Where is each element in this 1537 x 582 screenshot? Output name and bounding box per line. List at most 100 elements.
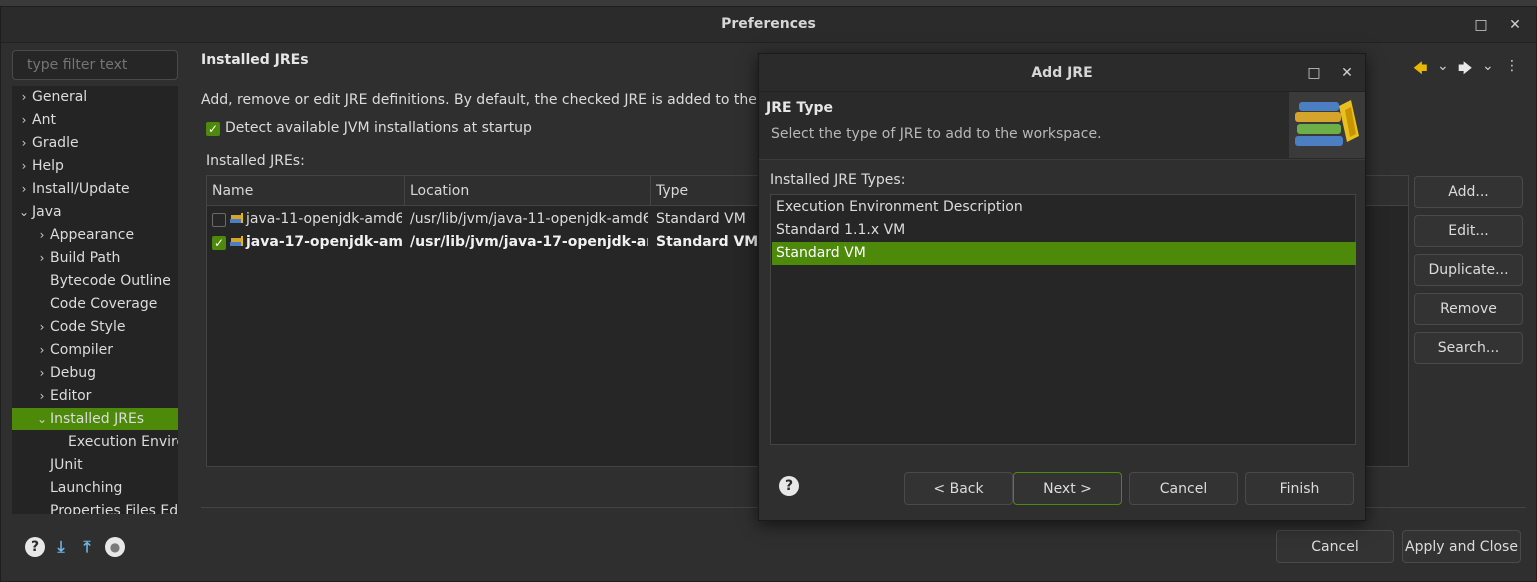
chevron-right-icon[interactable]: › (34, 224, 50, 246)
chevron-right-icon[interactable]: › (16, 155, 32, 177)
column-header-type[interactable]: Type (656, 183, 688, 199)
chevron-right-icon[interactable]: › (16, 132, 32, 154)
jre-banner-icon (1289, 92, 1365, 158)
sidebar-item-label: Code Style (50, 319, 126, 335)
cancel-button[interactable]: Cancel (1276, 530, 1394, 563)
sidebar-item-install-update[interactable]: › Install/Update (12, 178, 178, 200)
sidebar-item-junit[interactable]: JUnit (12, 454, 178, 476)
sidebar-item-bytecode-outline[interactable]: Bytecode Outline (12, 270, 178, 292)
sidebar-item-help[interactable]: › Help (12, 155, 178, 177)
remove-button[interactable]: Remove (1414, 293, 1523, 325)
chevron-right-icon[interactable]: › (34, 385, 50, 407)
next-button[interactable]: Next > (1013, 472, 1122, 505)
sidebar-item-installed-jres[interactable]: ⌄ Installed JREs (12, 408, 178, 430)
chevron-right-icon[interactable]: › (34, 247, 50, 269)
jre-name: java-11-openjdk-amd64 (246, 211, 402, 227)
finish-button[interactable]: Finish (1245, 472, 1354, 505)
list-item[interactable]: Standard 1.1.x VM (772, 219, 1356, 242)
back-icon[interactable]: 🡄 (1413, 58, 1427, 78)
chevron-down-icon[interactable]: ⌄ (34, 408, 50, 430)
forward-icon[interactable]: 🡆 (1458, 58, 1472, 78)
chevron-right-icon[interactable]: › (34, 316, 50, 338)
page-title: Installed JREs (201, 52, 309, 68)
jre-types-list: Execution Environment Description Standa… (770, 194, 1356, 445)
sidebar-item-label: Gradle (32, 135, 79, 151)
jre-name: java-17-openjdk-amd64 (246, 234, 402, 250)
sidebar-item-label: General (32, 89, 88, 105)
export-icon[interactable]: ⤒ (77, 537, 97, 557)
sidebar-item-label: Execution Enviro (68, 434, 178, 450)
sidebar-item-label: Java (32, 204, 62, 220)
maximize-icon[interactable]: □ (1304, 63, 1324, 83)
sidebar-item-compiler[interactable]: › Compiler (12, 339, 178, 361)
sidebar-item-java[interactable]: ⌄ Java (12, 201, 178, 223)
sidebar-item-ant[interactable]: › Ant (12, 109, 178, 131)
chevron-right-icon[interactable]: › (16, 86, 32, 108)
sidebar-item-gradle[interactable]: › Gradle (12, 132, 178, 154)
back-button[interactable]: < Back (904, 472, 1013, 505)
close-icon[interactable]: ✕ (1337, 63, 1357, 83)
filter-input[interactable] (12, 50, 178, 80)
edit-button[interactable]: Edit... (1414, 215, 1523, 247)
sidebar-item-label: Editor (50, 388, 92, 404)
help-icon[interactable]: ? (779, 476, 799, 496)
sidebar-item-label: Ant (32, 112, 56, 128)
sidebar-item-code-coverage[interactable]: Code Coverage (12, 293, 178, 315)
sidebar-item-launching[interactable]: Launching (12, 477, 178, 499)
apply-and-close-button[interactable]: Apply and Close (1402, 530, 1521, 563)
jre-library-icon (230, 236, 243, 246)
sidebar-item-label: Appearance (50, 227, 135, 243)
sidebar-item-build-path[interactable]: › Build Path (12, 247, 178, 269)
close-icon[interactable]: ✕ (1505, 15, 1525, 35)
sidebar-item-general[interactable]: › General (12, 86, 178, 108)
sidebar-item-appearance[interactable]: › Appearance (12, 224, 178, 246)
maximize-icon[interactable]: □ (1471, 15, 1491, 35)
list-item[interactable]: Execution Environment Description (772, 196, 1356, 219)
chevron-right-icon[interactable]: › (34, 339, 50, 361)
jre-library-icon (230, 213, 243, 223)
cancel-button[interactable]: Cancel (1129, 472, 1238, 505)
sidebar-item-debug[interactable]: › Debug (12, 362, 178, 384)
preferences-record-icon[interactable]: ● (105, 537, 125, 557)
search-button[interactable]: Search... (1414, 332, 1523, 364)
column-header-name[interactable]: Name (212, 183, 253, 199)
add-button[interactable]: Add... (1414, 176, 1523, 208)
sidebar-item-label: JUnit (50, 457, 83, 473)
back-dropdown-icon[interactable]: ⌄ (1437, 58, 1449, 78)
sidebar-item-editor[interactable]: › Editor (12, 385, 178, 407)
duplicate-button[interactable]: Duplicate... (1414, 254, 1523, 286)
jre-type: Standard VM (656, 211, 746, 227)
jre-checkbox[interactable]: ✓ (212, 236, 226, 250)
column-header-location[interactable]: Location (410, 183, 469, 199)
column-separator[interactable] (650, 176, 651, 206)
sidebar-item-code-style[interactable]: › Code Style (12, 316, 178, 338)
installed-jre-types-label: Installed JRE Types: (770, 172, 906, 188)
sidebar-item-execution-enviro[interactable]: Execution Enviro (12, 431, 178, 453)
import-icon[interactable]: ⤓ (51, 537, 71, 557)
dialog-header-title: JRE Type (766, 100, 833, 116)
sidebar-item-label: Code Coverage (50, 296, 158, 312)
detect-jvm-checkbox[interactable]: ✓ (206, 122, 220, 136)
chevron-right-icon[interactable]: › (16, 178, 32, 200)
page-description: Add, remove or edit JRE definitions. By … (201, 92, 761, 108)
view-menu-icon[interactable]: ⋮ (1505, 58, 1519, 78)
jre-checkbox[interactable] (212, 213, 226, 227)
jre-location: /usr/lib/jvm/java-11-openjdk-amd64 (410, 211, 648, 227)
help-icon[interactable]: ? (25, 537, 45, 557)
column-separator[interactable] (404, 176, 405, 206)
jre-location: /usr/lib/jvm/java-17-openjdk-amd64 (410, 234, 648, 250)
detect-jvm-label: Detect available JVM installations at st… (225, 120, 532, 136)
jre-name-cell: java-17-openjdk-amd64 (230, 234, 402, 250)
chevron-down-icon[interactable]: ⌄ (16, 201, 32, 223)
preferences-titlebar: Preferences □ ✕ (1, 7, 1536, 43)
sidebar-item-label: Launching (50, 480, 123, 496)
forward-dropdown-icon[interactable]: ⌄ (1482, 58, 1494, 78)
preferences-tree: › General › Ant › Gradle › Help › Install/Update ⌄… (12, 86, 178, 514)
dialog-header-description: Select the type of JRE to add to the wor… (771, 126, 1102, 142)
sidebar-item-label: Properties Files Ed (50, 503, 178, 514)
list-item[interactable]: Standard VM (772, 242, 1356, 265)
chevron-right-icon[interactable]: › (16, 109, 32, 131)
chevron-right-icon[interactable]: › (34, 362, 50, 384)
sidebar-item-properties-files-ed[interactable]: Properties Files Ed (12, 500, 178, 514)
sidebar-item-label: Install/Update (32, 181, 130, 197)
